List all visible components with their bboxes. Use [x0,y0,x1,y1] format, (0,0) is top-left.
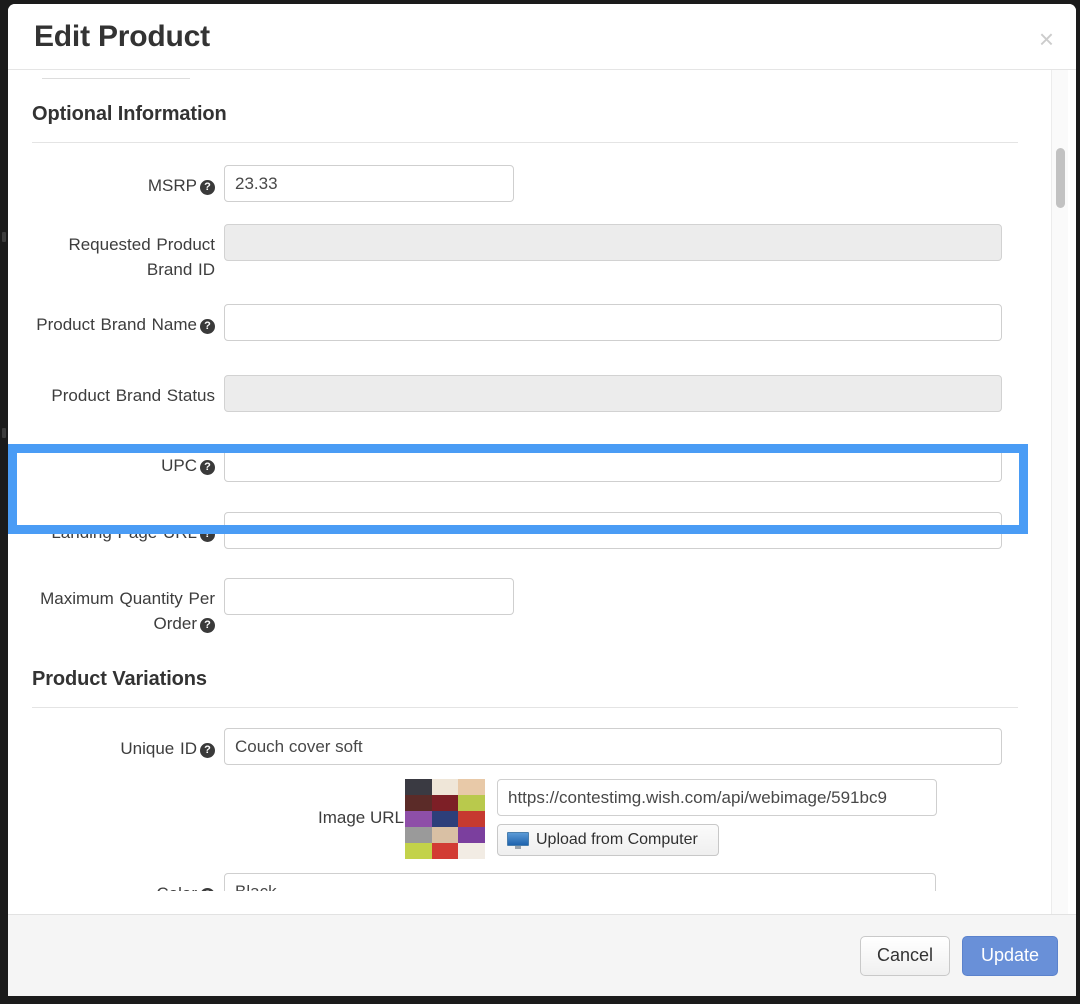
field-row-image-url: Image URL https://contestimg.wish.com/ap… [24,779,1026,859]
field-row-product-brand-status: Product Brand Status [24,375,1026,412]
cancel-button[interactable]: Cancel [860,936,950,976]
field-label-landing-page-url: Landing Page URL? [32,512,224,545]
field-row-unique-id: Unique ID? Couch cover soft [24,728,1026,765]
modal-header: Edit Product × [8,4,1076,70]
image-url-field-group: https://contestimg.wish.com/api/webimage… [497,779,937,856]
monitor-icon [507,832,529,849]
field-label-text-landing-page-url: Landing Page URL [51,523,197,542]
help-icon-landing-page-url[interactable]: ? [200,527,215,542]
product-thumbnail-couch-covers [405,779,485,859]
field-row-product-brand-name: Product Brand Name? [24,304,1026,341]
field-label-text-msrp: MSRP [148,176,197,195]
product-brand-name-input[interactable] [224,304,1002,341]
landing-page-url-input[interactable] [224,512,1002,549]
form-content: Optional Information MSRP? 23.33 Request… [8,70,1050,891]
field-label-text-upc: UPC [161,456,197,475]
field-label-text-color: Color [156,884,197,891]
field-label-product-brand-name: Product Brand Name? [32,304,224,337]
page-title: Edit Product [34,20,210,54]
field-label-text-product-brand-name: Product Brand Name [36,315,197,334]
requested-product-brand-id-input [224,224,1002,261]
field-label-text-unique-id: Unique ID [120,739,197,758]
field-label-requested-product-brand-id: Requested Product Brand ID [32,224,224,282]
upload-from-computer-button[interactable]: Upload from Computer [497,824,719,856]
help-icon-maximum-quantity-per-order[interactable]: ? [200,618,215,633]
field-label-msrp: MSRP? [32,165,224,198]
edit-product-modal: Edit Product × Optional Information MSRP… [8,4,1076,996]
help-icon-msrp[interactable]: ? [200,180,215,195]
field-row-landing-page-url: Landing Page URL? [24,512,1026,549]
image-url-input[interactable]: https://contestimg.wish.com/api/webimage… [497,779,937,816]
maximum-quantity-per-order-input[interactable] [224,578,514,615]
field-row-upc: UPC? [24,445,1026,482]
unique-id-input[interactable]: Couch cover soft [224,728,1002,765]
modal-footer: Cancel Update [8,914,1076,996]
field-row-maximum-quantity-per-order: Maximum Quantity Per Order? [24,578,1026,636]
section-heading-product-variations: Product Variations [32,668,1026,691]
field-label-product-brand-status: Product Brand Status [32,375,224,408]
section-heading-optional-information: Optional Information [32,103,1026,126]
help-icon-product-brand-name[interactable]: ? [200,319,215,334]
msrp-input[interactable]: 23.33 [224,165,514,202]
close-icon[interactable]: × [1039,26,1054,52]
edge-marker-upper [2,232,6,242]
scrollbar-track[interactable] [1051,70,1068,914]
field-label-unique-id: Unique ID? [32,728,224,761]
edge-marker-lower [2,428,6,438]
product-brand-status-input [224,375,1002,412]
upc-input[interactable] [224,445,1002,482]
modal-body-scroll-region[interactable]: Optional Information MSRP? 23.33 Request… [8,70,1076,914]
field-label-text-maximum-quantity-per-order: Maximum Quantity Per Order [40,589,215,633]
scrollbar-thumb[interactable] [1056,148,1065,208]
help-icon-upc[interactable]: ? [200,460,215,475]
help-icon-unique-id[interactable]: ? [200,743,215,758]
field-row-requested-product-brand-id: Requested Product Brand ID [24,224,1026,282]
field-label-upc: UPC? [32,445,224,478]
upload-button-label: Upload from Computer [536,831,698,849]
section-divider-above [42,78,190,79]
field-label-maximum-quantity-per-order: Maximum Quantity Per Order? [32,578,224,636]
window-left-edge [0,0,8,1004]
field-label-color: Color? [32,873,224,891]
field-row-color: Color? Black [24,873,1026,891]
field-row-msrp: MSRP? 23.33 [24,165,1026,202]
section-rule-product-variations [32,707,1018,708]
field-label-image-url: Image URL [32,779,405,830]
section-rule-optional-information [32,142,1018,143]
color-input[interactable]: Black [224,873,936,891]
help-icon-color[interactable]: ? [200,888,215,891]
screen: Edit Product × Optional Information MSRP… [0,0,1080,1004]
update-button[interactable]: Update [962,936,1058,976]
